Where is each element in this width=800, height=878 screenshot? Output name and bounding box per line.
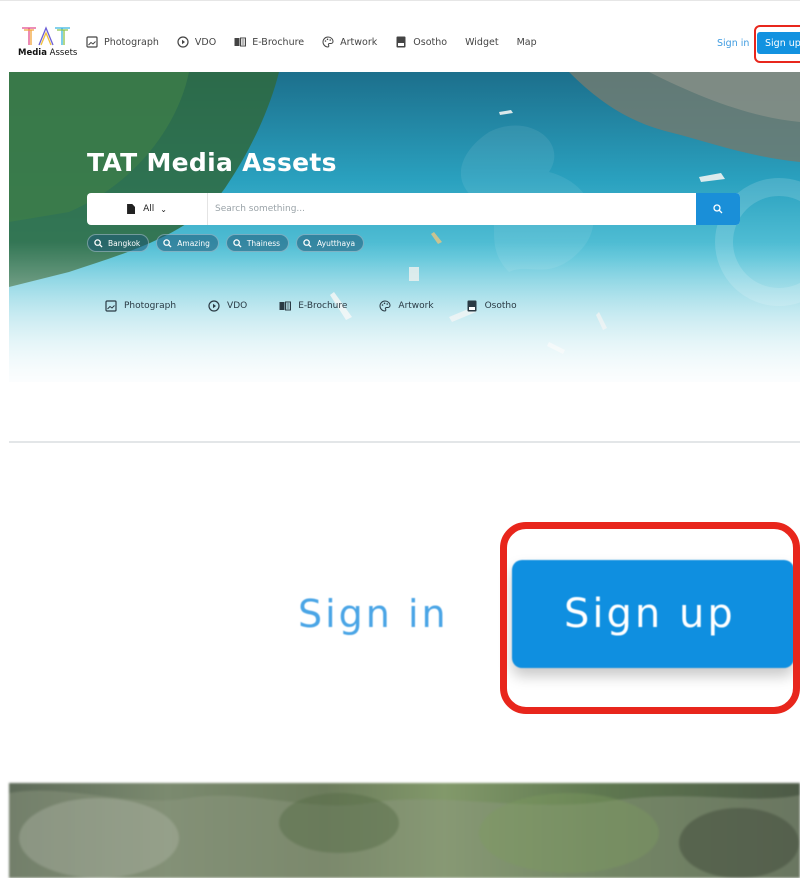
tag-label: Bangkok xyxy=(108,238,141,248)
search-icon xyxy=(94,238,103,248)
search-category-dropdown[interactable]: All ⌄ xyxy=(87,193,208,225)
book-icon xyxy=(234,36,247,48)
top-navbar: Media Assets Photograph VDO E-Brochure A… xyxy=(0,0,800,72)
image-icon xyxy=(105,300,117,312)
image-icon xyxy=(86,36,98,48)
sign-in-link[interactable]: Sign in xyxy=(717,38,749,49)
nav-item-widget[interactable]: Widget xyxy=(465,37,498,48)
tag-label: Amazing xyxy=(177,238,210,248)
palette-icon xyxy=(379,300,391,312)
hero-background-image xyxy=(9,72,800,382)
hero-cat-label: Osotho xyxy=(484,301,517,311)
nav-item-osotho[interactable]: Osotho xyxy=(395,36,447,48)
hero-cat-artwork[interactable]: Artwork xyxy=(379,300,434,312)
hero-cat-label: Photograph xyxy=(124,301,177,311)
search-icon xyxy=(233,238,242,248)
search-input[interactable] xyxy=(215,193,695,225)
book-icon xyxy=(279,300,292,312)
nav-item-label: Map xyxy=(516,36,537,48)
nav-item-artwork[interactable]: Artwork xyxy=(322,36,377,48)
search-category-value: All xyxy=(143,204,155,214)
tag-label: Ayutthaya xyxy=(317,238,356,248)
play-circle-icon xyxy=(177,36,189,48)
hero-cat-photograph[interactable]: Photograph xyxy=(105,300,176,312)
file-icon xyxy=(127,204,136,214)
nav-item-photograph[interactable]: Photograph xyxy=(86,36,159,48)
tag-amazing[interactable]: Amazing xyxy=(156,234,219,252)
tat-logo[interactable]: Media Assets xyxy=(18,25,78,63)
hero-cat-e-brochure[interactable]: E-Brochure xyxy=(279,300,347,312)
nav-item-vdo[interactable]: VDO xyxy=(177,36,216,48)
palette-icon xyxy=(322,36,334,48)
tag-ayutthaya[interactable]: Ayutthaya xyxy=(296,234,365,252)
tag-thainess[interactable]: Thainess xyxy=(225,234,290,252)
nav-item-label: VDO xyxy=(194,36,217,48)
nav-item-label: Osotho xyxy=(413,36,448,48)
logo-text: Media Assets xyxy=(18,48,78,58)
zoomed-sign-up-highlight xyxy=(500,522,800,714)
bottom-cliff-image xyxy=(9,783,800,878)
nav-item-label: Photograph xyxy=(104,36,159,48)
tag-label: Thainess xyxy=(246,238,281,248)
search-button[interactable] xyxy=(696,193,740,225)
nav-item-map[interactable]: Map xyxy=(517,37,537,48)
hero-cat-label: E-Brochure xyxy=(298,301,348,311)
hero-cat-osotho[interactable]: Osotho xyxy=(466,300,517,312)
search-icon xyxy=(713,204,723,214)
play-circle-icon xyxy=(208,300,220,312)
hero-title: TAT Media Assets xyxy=(87,148,337,177)
notebook-icon xyxy=(466,300,478,312)
main-nav: Photograph VDO E-Brochure Artwork Osotho… xyxy=(86,36,555,48)
tag-bangkok[interactable]: Bangkok xyxy=(87,234,150,252)
section-divider xyxy=(9,441,800,443)
hero-cat-label: Artwork xyxy=(398,301,434,311)
sign-up-highlight xyxy=(754,25,800,63)
search-icon xyxy=(163,238,172,248)
hero-banner: TAT Media Assets All ⌄ Bangkok Amazing T… xyxy=(9,72,800,382)
nav-item-e-brochure[interactable]: E-Brochure xyxy=(234,36,304,48)
search-bar: All ⌄ xyxy=(87,193,740,225)
hero-cat-label: VDO xyxy=(227,301,248,311)
nav-item-label: Artwork xyxy=(340,36,378,48)
zoomed-sign-in-link[interactable]: Sign in xyxy=(298,592,449,636)
cliff-texture xyxy=(9,790,800,878)
notebook-icon xyxy=(395,36,407,48)
hero-category-links: Photograph VDO E-Brochure Artwork Osotho xyxy=(105,300,549,312)
nav-item-label: E-Brochure xyxy=(252,36,305,48)
hero-cat-vdo[interactable]: VDO xyxy=(208,300,247,312)
chevron-down-icon: ⌄ xyxy=(160,204,167,214)
nav-item-label: Widget xyxy=(465,36,499,48)
tat-logo-mark xyxy=(22,26,70,46)
popular-tags: Bangkok Amazing Thainess Ayutthaya xyxy=(87,234,365,252)
search-icon xyxy=(303,238,312,248)
